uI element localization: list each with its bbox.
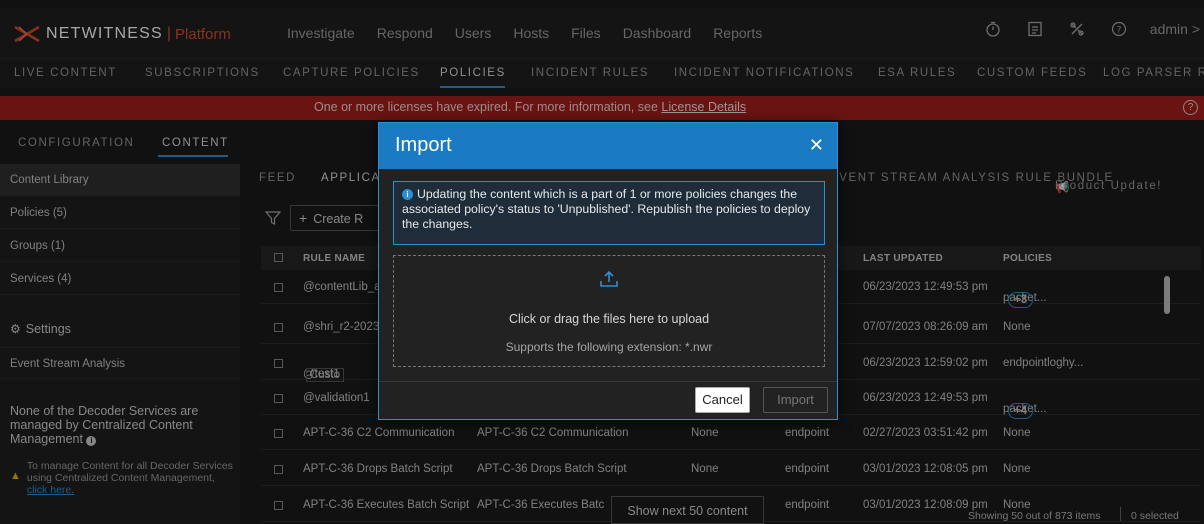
dialog-footer-divider <box>379 381 837 382</box>
info-icon: i <box>402 189 413 200</box>
info-message: i Updating the content which is a part of… <box>393 181 825 245</box>
drop-instructions: Click or drag the files here to upload <box>508 312 710 326</box>
file-drop-zone[interactable]: Click or drag the files here to upload S… <box>393 255 825 367</box>
dialog-title: Import <box>395 134 452 156</box>
dialog-header: Import ✕ <box>379 123 837 169</box>
drop-extension-hint: Supports the following extension: *.nwr <box>505 340 713 354</box>
close-icon[interactable]: ✕ <box>809 136 824 154</box>
import-dialog: Import ✕ i Updating the content which is … <box>378 122 838 420</box>
info-text: Updating the content which is a part of … <box>402 187 811 231</box>
cancel-button[interactable]: Cancel <box>695 387 750 413</box>
upload-icon <box>600 270 618 287</box>
app: NETWITNESS | Platform Investigate Respon… <box>0 0 1204 524</box>
import-button[interactable]: Import <box>763 387 828 413</box>
